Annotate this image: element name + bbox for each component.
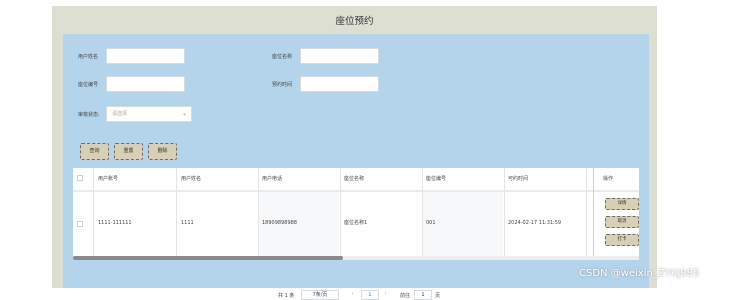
reset-button[interactable]: 重置 — [114, 143, 143, 160]
next-page-button[interactable]: › — [381, 290, 390, 300]
horizontal-scrollbar[interactable] — [73, 256, 639, 260]
header-seat-no: 座位编号 — [426, 176, 447, 182]
cancel-button[interactable]: 取消 — [605, 216, 639, 228]
cell-time: 2024-02-17 11:31:59 — [508, 220, 562, 226]
row-checkbox[interactable] — [77, 221, 83, 227]
username-label: 用户姓名 — [78, 54, 99, 60]
cell-name: 1111 — [181, 220, 194, 226]
checkin-button[interactable]: 打卡 — [605, 234, 639, 246]
cell-seat-no: 001 — [426, 220, 436, 226]
seat-name-input[interactable] — [300, 48, 379, 64]
username-input[interactable] — [106, 48, 185, 64]
goto-label: 前往 — [400, 293, 411, 299]
seat-no-label: 座位编号 — [78, 82, 99, 88]
header-name: 用户姓名 — [181, 176, 202, 182]
cell-account: 1111-111111 — [98, 220, 132, 226]
csdn-watermark: CSDN @weixin_ZYKJ985 — [579, 268, 700, 279]
select-all-checkbox[interactable] — [77, 175, 83, 181]
seat-no-input[interactable] — [106, 76, 185, 92]
delete-button[interactable]: 删除 — [148, 143, 177, 160]
status-placeholder: 请选择 — [112, 111, 128, 117]
page-frame: 座位预约 用户姓名 座位名称 座位编号 预约时间 审核状态: 请选择 ⌄ 查询 … — [52, 6, 657, 300]
detail-button[interactable]: 详情 — [605, 198, 639, 210]
seat-name-label: 座位名称 — [272, 54, 293, 60]
status-label: 审核状态: — [78, 112, 100, 118]
page-suffix: 页 — [435, 293, 441, 299]
column-divider — [93, 168, 94, 256]
header-time: 可约时间 — [508, 176, 529, 182]
header-phone: 用户电话 — [262, 176, 283, 182]
data-table: 用户账号 用户姓名 用户电话 座位名称 座位编号 可约时间 操作 1111-11… — [73, 168, 639, 260]
content-panel: 用户姓名 座位名称 座位编号 预约时间 审核状态: 请选择 ⌄ 查询 重置 删除… — [63, 34, 649, 300]
cell-seat-name: 座位名称1 — [344, 220, 368, 226]
current-page[interactable]: 1 — [361, 290, 379, 300]
scrollbar-thumb[interactable] — [73, 256, 343, 260]
page-title: 座位预约 — [335, 16, 374, 27]
time-label: 预约时间 — [272, 82, 293, 88]
pagination-total: 共 1 条 — [278, 293, 295, 299]
header-account: 用户账号 — [98, 176, 119, 182]
chevron-down-icon: ⌄ — [181, 110, 187, 117]
header-actions: 操作 — [603, 176, 614, 182]
status-select[interactable]: 请选择 ⌄ — [106, 106, 192, 122]
goto-page-input[interactable]: 1 — [414, 290, 432, 300]
header-seat-name: 座位名称 — [344, 176, 365, 182]
cell-phone: 18909898988 — [262, 220, 297, 226]
page-size-select[interactable]: 7条/页 — [301, 290, 339, 300]
fixed-column-divider — [593, 168, 594, 256]
prev-page-button[interactable]: ‹ — [348, 290, 357, 300]
time-input[interactable] — [300, 76, 379, 92]
query-button[interactable]: 查询 — [80, 143, 109, 160]
